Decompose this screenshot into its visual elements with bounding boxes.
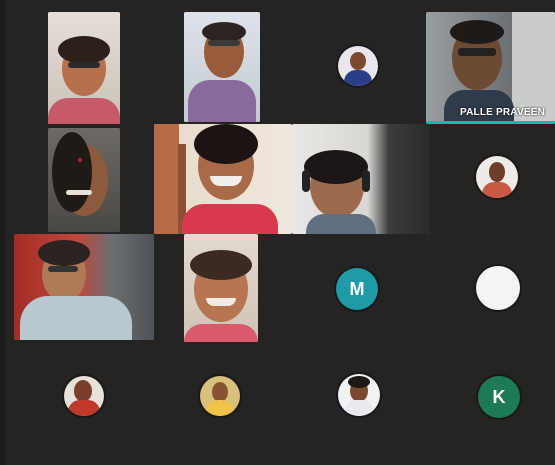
active-speaker-name: PALLE PRAVEEN (460, 107, 546, 118)
avatar-initial: K (492, 386, 506, 407)
participant-avatar[interactable] (476, 156, 518, 198)
participant-avatar[interactable] (338, 46, 378, 86)
participant-avatar-initial-k[interactable]: K (478, 376, 520, 418)
participant-video-tile[interactable] (154, 124, 292, 234)
participant-avatar-initial-m[interactable]: M (336, 268, 378, 310)
participant-video-tile[interactable] (14, 234, 154, 340)
participant-video-tile[interactable] (292, 124, 430, 234)
participants-grid: PALLE PRAVEEN M K (6, 0, 555, 465)
participant-avatar[interactable] (200, 376, 240, 416)
active-speaker-tile[interactable]: PALLE PRAVEEN (426, 12, 555, 124)
participant-avatar[interactable] (64, 376, 104, 416)
participant-video-tile[interactable] (48, 12, 120, 124)
participant-avatar-blank[interactable] (476, 266, 520, 310)
participant-avatar[interactable] (338, 374, 380, 416)
participant-video-tile[interactable] (184, 12, 260, 122)
participant-video-tile[interactable] (184, 234, 258, 342)
avatar-initial: M (349, 278, 365, 299)
participant-video-tile[interactable] (48, 128, 120, 232)
